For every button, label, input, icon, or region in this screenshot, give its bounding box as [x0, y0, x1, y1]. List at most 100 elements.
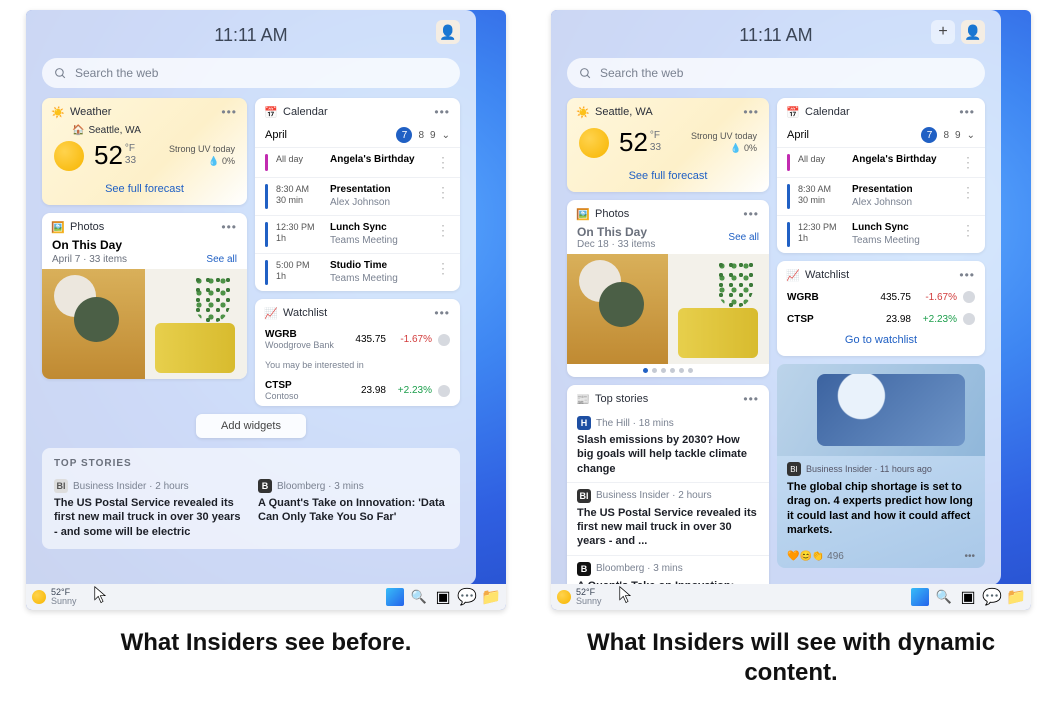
taskbar-search-icon[interactable]: 🔍 [410, 588, 428, 606]
task-view-icon[interactable]: ▣ [959, 588, 977, 606]
more-icon[interactable]: ••• [221, 105, 237, 119]
calendar-event[interactable]: 8:30 AM30 min PresentationAlex Johnson ⋮ [777, 177, 985, 215]
right-desktop: 11:11 AM + 👤 Search the web ☀️ Seattle, W… [551, 10, 1031, 610]
more-icon[interactable]: ••• [959, 105, 975, 119]
calendar-month: April [265, 129, 287, 141]
watchlist-card[interactable]: 📈Watchlist ••• WGRB435.75-1.67% CTSP23.9… [777, 261, 985, 356]
more-icon[interactable]: ••• [221, 220, 237, 234]
calendar-event[interactable]: 12:30 PM1h Lunch SyncTeams Meeting ⋮ [255, 215, 460, 253]
feature-image [777, 364, 985, 456]
more-icon[interactable]: ••• [434, 306, 450, 320]
watchlist-note: You may be interested in [265, 360, 364, 370]
sun-icon [32, 590, 46, 604]
watchlist-card[interactable]: 📈Watchlist ••• WGRBWoodgrove Bank 435.75… [255, 299, 460, 406]
calendar-event[interactable]: 12:30 PM1h Lunch SyncTeams Meeting ⋮ [777, 215, 985, 253]
weather-card[interactable]: ☀️Weather ••• 🏠Seattle, WA 52°F33 Strong… [42, 98, 247, 205]
more-icon[interactable]: ••• [743, 207, 759, 221]
search-input[interactable]: Search the web [567, 58, 985, 88]
weather-temp: 52 [94, 140, 123, 171]
widgets-panel: 11:11 AM 👤 Search the web ☀️ Weather ••• [26, 10, 476, 585]
more-icon[interactable]: ••• [743, 392, 759, 406]
sun-icon [54, 141, 84, 171]
taskbar[interactable]: 52°FSunny 🔍 ▣ 💬 📁 [26, 584, 506, 610]
weather-icon: ☀️ [577, 106, 589, 118]
reactions[interactable]: 🧡😊👏 496 [787, 551, 844, 562]
taskbar-search-icon[interactable]: 🔍 [935, 588, 953, 606]
photos-grid[interactable] [567, 254, 769, 364]
chat-icon[interactable]: 💬 [983, 588, 1001, 606]
weather-location: Seattle, WA [595, 106, 653, 118]
top-stories-card: TOP STORIES BIBusiness Insider · 2 hours… [42, 448, 460, 549]
feature-story-card[interactable]: BIBusiness Insider · 11 hours ago The gl… [777, 364, 985, 568]
calendar-event[interactable]: All day Angela's Birthday ⋮ [777, 147, 985, 177]
photos-meta: April 7 · 33 items [52, 254, 127, 265]
chevron-down-icon[interactable]: ⌄ [967, 130, 975, 141]
search-icon [579, 67, 592, 80]
weather-location: 🏠Seattle, WA [42, 123, 247, 136]
watchlist-icon: 📈 [265, 307, 277, 319]
story-item[interactable]: BBloomberg · 3 minsA Quant's Take on Inn… [567, 555, 769, 585]
news-icon: 📰 [577, 393, 589, 405]
see-all-link[interactable]: See all [206, 254, 237, 265]
explorer-icon[interactable]: 📁 [1007, 588, 1025, 606]
photos-title: Photos [70, 221, 104, 233]
calendar-dates[interactable]: 7 8 9 ⌄ [396, 127, 450, 143]
taskbar[interactable]: 52°FSunny 🔍 ▣ 💬 📁 [551, 584, 1031, 610]
chat-icon[interactable]: 💬 [458, 588, 476, 606]
chevron-down-icon[interactable]: ⌄ [442, 130, 450, 141]
top-stories-card[interactable]: 📰Top stories ••• HThe Hill · 18 minsSlas… [567, 385, 769, 585]
calendar-event[interactable]: 5:00 PM1h Studio TimeTeams Meeting ⋮ [255, 253, 460, 291]
start-button[interactable] [911, 588, 929, 606]
watchlist-icon: 📈 [787, 269, 799, 281]
see-forecast-link[interactable]: See full forecast [567, 166, 769, 192]
story-item[interactable]: BIBusiness Insider · 2 hours The US Post… [54, 479, 244, 539]
caption-left: What Insiders see before. [121, 628, 412, 658]
story-item[interactable]: HThe Hill · 18 minsSlash emissions by 20… [567, 410, 769, 482]
watchlist-link[interactable]: Go to watchlist [777, 330, 985, 356]
weather-icon: ☀️ [52, 106, 64, 118]
add-button[interactable]: + [931, 20, 955, 44]
add-widgets-button[interactable]: Add widgets [196, 414, 306, 438]
calendar-card[interactable]: 📅Calendar ••• April 7 8 9 ⌄ [777, 98, 985, 253]
photos-subtitle: On This Day [52, 238, 237, 252]
panel-time: 11:11 AM [214, 25, 287, 46]
story-item[interactable]: BBloomberg · 3 mins A Quant's Take on In… [258, 479, 448, 539]
left-desktop: 11:11 AM 👤 Search the web ☀️ Weather ••• [26, 10, 506, 610]
weather-title: Weather [70, 106, 111, 118]
carousel-dots[interactable] [567, 364, 769, 377]
photos-icon: 🖼️ [52, 221, 64, 233]
see-forecast-link[interactable]: See full forecast [42, 179, 247, 205]
photos-card[interactable]: 🖼️ Photos ••• On This Day April 7 · 33 it… [42, 213, 247, 379]
cursor-icon [619, 586, 633, 604]
calendar-event[interactable]: All day Angela's Birthday ⋮ [255, 147, 460, 177]
explorer-icon[interactable]: 📁 [482, 588, 500, 606]
calendar-card[interactable]: 📅 Calendar ••• April 7 8 9 ⌄ [255, 98, 460, 291]
search-placeholder: Search the web [75, 66, 158, 80]
start-button[interactable] [386, 588, 404, 606]
taskbar-weather[interactable]: 52°FSunny [32, 588, 77, 606]
cursor-icon [94, 586, 108, 604]
photos-card[interactable]: 🖼️Photos ••• On This DayDec 18 · 33 item… [567, 200, 769, 377]
more-icon[interactable]: ••• [743, 105, 759, 119]
story-item[interactable]: BIBusiness Insider · 2 hoursThe US Posta… [567, 482, 769, 555]
calendar-title: Calendar [283, 106, 328, 118]
widgets-panel: 11:11 AM + 👤 Search the web ☀️ Seattle, W… [551, 10, 1001, 585]
more-icon[interactable]: ••• [964, 551, 975, 562]
see-all-link[interactable]: See all [728, 232, 759, 243]
more-icon[interactable]: ••• [959, 268, 975, 282]
avatar[interactable]: 👤 [436, 20, 460, 44]
calendar-dates[interactable]: 7 8 9 ⌄ [921, 127, 975, 143]
task-view-icon[interactable]: ▣ [434, 588, 452, 606]
avatar[interactable]: 👤 [961, 20, 985, 44]
caption-right: What Insiders will see with dynamic cont… [581, 628, 1001, 688]
search-icon [54, 67, 67, 80]
calendar-icon: 📅 [265, 106, 277, 118]
weather-card[interactable]: ☀️Seattle, WA ••• 52°F33 Strong UV today… [567, 98, 769, 192]
more-icon[interactable]: ••• [434, 105, 450, 119]
sun-icon [579, 128, 609, 158]
calendar-event[interactable]: 8:30 AM30 min PresentationAlex Johnson ⋮ [255, 177, 460, 215]
photos-grid[interactable] [42, 269, 247, 379]
panel-time: 11:11 AM [739, 25, 812, 46]
taskbar-weather[interactable]: 52°FSunny [557, 588, 602, 606]
search-input[interactable]: Search the web [42, 58, 460, 88]
